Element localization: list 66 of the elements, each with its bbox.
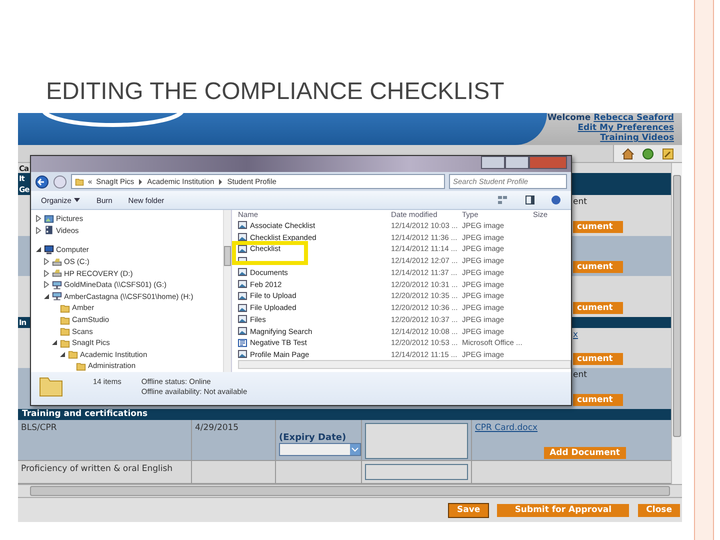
- view-icon[interactable]: [497, 195, 509, 205]
- folder-icon: [60, 302, 70, 313]
- row-text: ent: [573, 370, 587, 380]
- maximize-button[interactable]: [505, 156, 529, 169]
- files-scrollbar[interactable]: [238, 360, 571, 370]
- expanded-arrow-icon[interactable]: [35, 246, 42, 254]
- drive-icon: [52, 256, 62, 267]
- minimize-button[interactable]: [481, 156, 505, 169]
- separator-icon: [138, 178, 144, 184]
- horizontal-scrollbar[interactable]: [18, 484, 682, 498]
- image-file-icon: [238, 350, 247, 358]
- folder-icon: [60, 326, 70, 336]
- row-label: Proficiency of written & oral English: [21, 464, 173, 474]
- folder-icon: [75, 177, 84, 186]
- expanded-arrow-icon[interactable]: [43, 292, 50, 300]
- document-link[interactable]: x: [573, 330, 578, 340]
- preview-pane-icon[interactable]: [525, 195, 535, 205]
- folder-icon: [39, 375, 63, 397]
- folder-icon: [60, 314, 70, 325]
- videos-icon: [44, 225, 54, 236]
- folder-icon: [60, 338, 70, 348]
- image-file-icon: [238, 292, 247, 300]
- caret-icon: [74, 198, 80, 202]
- network-icon: [52, 280, 62, 290]
- section-header: Training and certifications: [18, 408, 671, 420]
- drive-icon: [52, 268, 62, 278]
- image-file-icon: [238, 280, 247, 288]
- pictures-icon: [44, 214, 54, 224]
- network-icon: [52, 291, 62, 302]
- image-file-icon: [238, 221, 247, 230]
- expanded-arrow-icon[interactable]: [59, 350, 66, 358]
- computer-icon: [44, 244, 54, 255]
- home-icon[interactable]: [622, 148, 634, 160]
- image-file-icon: [238, 304, 247, 312]
- document-icon: [238, 338, 247, 347]
- back-icon[interactable]: [35, 174, 49, 188]
- image-file-icon: [238, 244, 247, 253]
- image-file-icon: [238, 233, 247, 242]
- notes-field[interactable]: [365, 464, 468, 480]
- expiry-label: (Expiry Date): [279, 432, 348, 443]
- expanded-arrow-icon[interactable]: [51, 339, 58, 346]
- collapsed-arrow-icon[interactable]: [43, 281, 50, 288]
- image-file-icon: [238, 327, 247, 336]
- expiry-select[interactable]: [279, 442, 361, 456]
- vertical-scrollbar[interactable]: [671, 163, 682, 484]
- separator-icon: [218, 178, 224, 184]
- nav-scrollbar[interactable]: [223, 210, 231, 372]
- user-link[interactable]: Rebecca Seaford: [594, 113, 674, 123]
- document-link[interactable]: CPR Card.docx: [475, 422, 538, 433]
- folder-icon: [76, 360, 86, 371]
- welcome-label: Welcome: [547, 113, 591, 123]
- folder-icon: [68, 349, 78, 360]
- row-label: BLS/CPR: [21, 422, 57, 433]
- collapsed-arrow-icon[interactable]: [43, 258, 50, 266]
- slide-title: EDITING THE COMPLIANCE CHECKLIST: [46, 78, 504, 106]
- collapsed-arrow-icon[interactable]: [43, 270, 50, 277]
- notes-field[interactable]: [365, 422, 468, 459]
- header-link[interactable]: Training Videos: [600, 133, 674, 143]
- date-text: 4/29/2015: [195, 422, 239, 433]
- row-text: ent: [573, 197, 587, 207]
- collapsed-arrow-icon[interactable]: [35, 215, 42, 222]
- image-file-icon: [238, 268, 247, 276]
- collapsed-arrow-icon[interactable]: [35, 226, 42, 234]
- caret-icon: [350, 444, 360, 455]
- header-link[interactable]: Edit My Preferences: [578, 123, 674, 133]
- image-file-icon: [238, 315, 247, 324]
